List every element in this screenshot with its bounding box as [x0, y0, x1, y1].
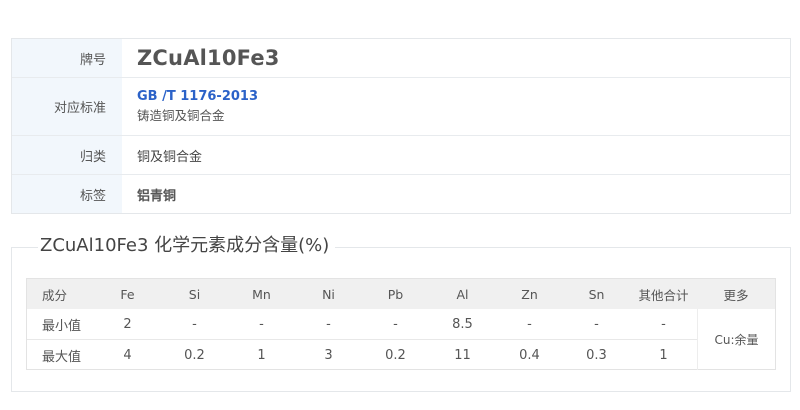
table-row-max: 最大值 4 0.2 1 3 0.2 11 0.4 0.3 1: [27, 340, 697, 370]
standard-link[interactable]: GB /T 1176-2013: [137, 88, 790, 106]
header-cell-more: 更多: [723, 287, 749, 303]
table-cell: -: [192, 316, 197, 332]
table-cell: 0.2: [385, 347, 406, 363]
row-label: 最小值: [42, 318, 82, 334]
row-label: 最大值: [42, 349, 82, 365]
table-cell: -: [393, 316, 398, 332]
table-cell: 0.3: [586, 347, 607, 363]
table-cell: 2: [123, 316, 132, 332]
standard-label: 对应标准: [12, 78, 122, 135]
category-value: 铜及铜合金: [137, 149, 203, 165]
table-cell: 3: [324, 347, 333, 363]
grade-value: ZCuAl10Fe3: [137, 46, 280, 70]
tag-value[interactable]: 铝青铜: [137, 185, 790, 204]
table-cell: 8.5: [452, 316, 473, 332]
header-cell: 成分: [42, 287, 68, 303]
table-cell: 0.4: [519, 347, 540, 363]
table-cell: -: [661, 316, 666, 332]
material-info-table: 牌号 ZCuAl10Fe3 对应标准 GB /T 1176-2013 铸造铜及铜…: [11, 38, 791, 214]
tag-label: 标签: [12, 175, 122, 213]
table-cell: 4: [123, 347, 132, 363]
table-cell: -: [527, 316, 532, 332]
header-cell: Pb: [387, 286, 404, 302]
composition-header-row: 成分 Fe Si Mn Ni Pb Al Zn Sn 其他合计 更多: [27, 279, 775, 309]
tag-row: 标签 铝青铜: [12, 175, 790, 213]
grade-row: 牌号 ZCuAl10Fe3: [12, 39, 790, 78]
header-cell: Ni: [322, 286, 335, 302]
grade-label: 牌号: [12, 39, 122, 77]
table-cell: -: [326, 316, 331, 332]
table-cell: 11: [454, 347, 471, 363]
table-cell: 0.2: [184, 347, 205, 363]
standard-row: 对应标准 GB /T 1176-2013 铸造铜及铜合金: [12, 78, 790, 136]
header-cell: 其他合计: [638, 287, 689, 303]
composition-table: 成分 Fe Si Mn Ni Pb Al Zn Sn 其他合计 更多 最小值 2…: [26, 278, 776, 370]
table-cell: 1: [659, 347, 668, 363]
table-cell: 1: [257, 347, 266, 363]
more-cell-balance: Cu:余量: [697, 309, 775, 370]
category-row: 归类 铜及铜合金: [12, 136, 790, 175]
standard-description: 铸造铜及铜合金: [137, 108, 225, 123]
header-cell: Zn: [521, 286, 538, 302]
category-label: 归类: [12, 136, 122, 174]
header-cell: Al: [456, 286, 469, 302]
header-cell: Sn: [588, 286, 605, 302]
table-row-min: 最小值 2 - - - - 8.5 - - -: [27, 309, 697, 340]
table-cell: -: [259, 316, 264, 332]
table-cell: -: [594, 316, 599, 332]
header-cell: Si: [188, 286, 201, 302]
header-cell: Fe: [120, 286, 135, 302]
header-cell: Mn: [252, 286, 271, 302]
composition-title: ZCuAl10Fe3 化学元素成分含量(%): [38, 233, 336, 259]
